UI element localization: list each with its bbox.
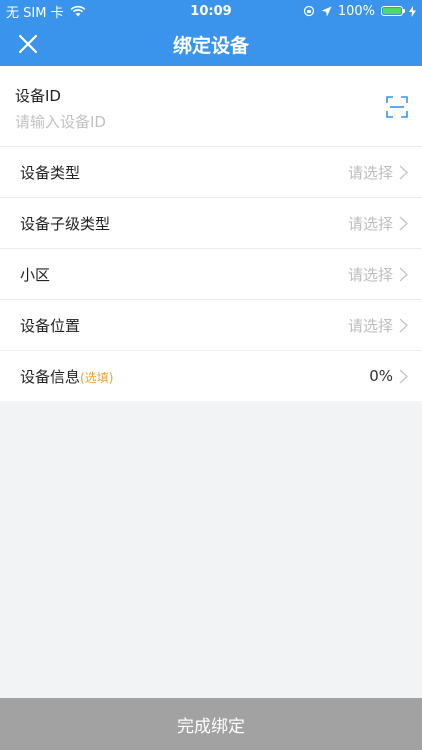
row-label-text: 设备信息 bbox=[20, 367, 81, 386]
chevron-right-icon bbox=[399, 318, 408, 332]
row-value: 请选择 bbox=[347, 214, 393, 233]
charging-icon bbox=[409, 5, 416, 17]
row-label: 设备位置 bbox=[20, 316, 81, 335]
row-value: 请选择 bbox=[347, 163, 393, 182]
header: 无 SIM 卡 10:09 100% 绑定设备 bbox=[0, 0, 422, 66]
submit-button[interactable]: 完成绑定 bbox=[0, 698, 422, 750]
row-community[interactable]: 小区 请选择 bbox=[0, 249, 422, 300]
row-device-location[interactable]: 设备位置 请选择 bbox=[0, 300, 422, 351]
row-label: 设备类型 bbox=[20, 163, 81, 182]
chevron-right-icon bbox=[399, 267, 408, 281]
close-button[interactable] bbox=[12, 28, 44, 60]
row-value: 0% bbox=[369, 367, 393, 385]
row-label: 小区 bbox=[20, 265, 51, 284]
navbar: 绑定设备 bbox=[0, 22, 422, 66]
chevron-right-icon bbox=[399, 216, 408, 230]
chevron-right-icon bbox=[399, 165, 408, 179]
close-icon bbox=[19, 35, 37, 53]
row-device-subtype[interactable]: 设备子级类型 请选择 bbox=[0, 198, 422, 249]
row-device-type[interactable]: 设备类型 请选择 bbox=[0, 147, 422, 198]
device-id-label: 设备ID bbox=[15, 87, 61, 105]
row-value: 请选择 bbox=[347, 265, 393, 284]
form: 设备ID 设备类型 请选择 设备子级类型 请选择 小区 请选择 设备位置 请选择 bbox=[0, 66, 422, 401]
carrier-text: 无 SIM 卡 bbox=[6, 5, 64, 21]
page-title: 绑定设备 bbox=[172, 34, 249, 57]
chevron-right-icon bbox=[399, 369, 408, 383]
row-label: 设备子级类型 bbox=[20, 214, 111, 233]
row-device-info[interactable]: 设备信息(选填) 0% bbox=[0, 351, 422, 401]
row-label: 设备信息(选填) bbox=[0, 366, 113, 387]
row-value: 请选择 bbox=[347, 316, 393, 335]
battery-percent: 100% bbox=[337, 3, 375, 19]
battery-icon bbox=[381, 6, 405, 16]
optional-tag: (选填) bbox=[80, 370, 114, 385]
scan-icon[interactable] bbox=[386, 96, 408, 118]
location-icon bbox=[321, 6, 332, 16]
orientation-lock-icon bbox=[303, 5, 314, 17]
wifi-icon bbox=[70, 5, 85, 17]
device-id-section: 设备ID bbox=[0, 66, 422, 147]
device-id-input[interactable] bbox=[15, 113, 345, 131]
status-bar: 无 SIM 卡 10:09 100% bbox=[0, 0, 422, 22]
